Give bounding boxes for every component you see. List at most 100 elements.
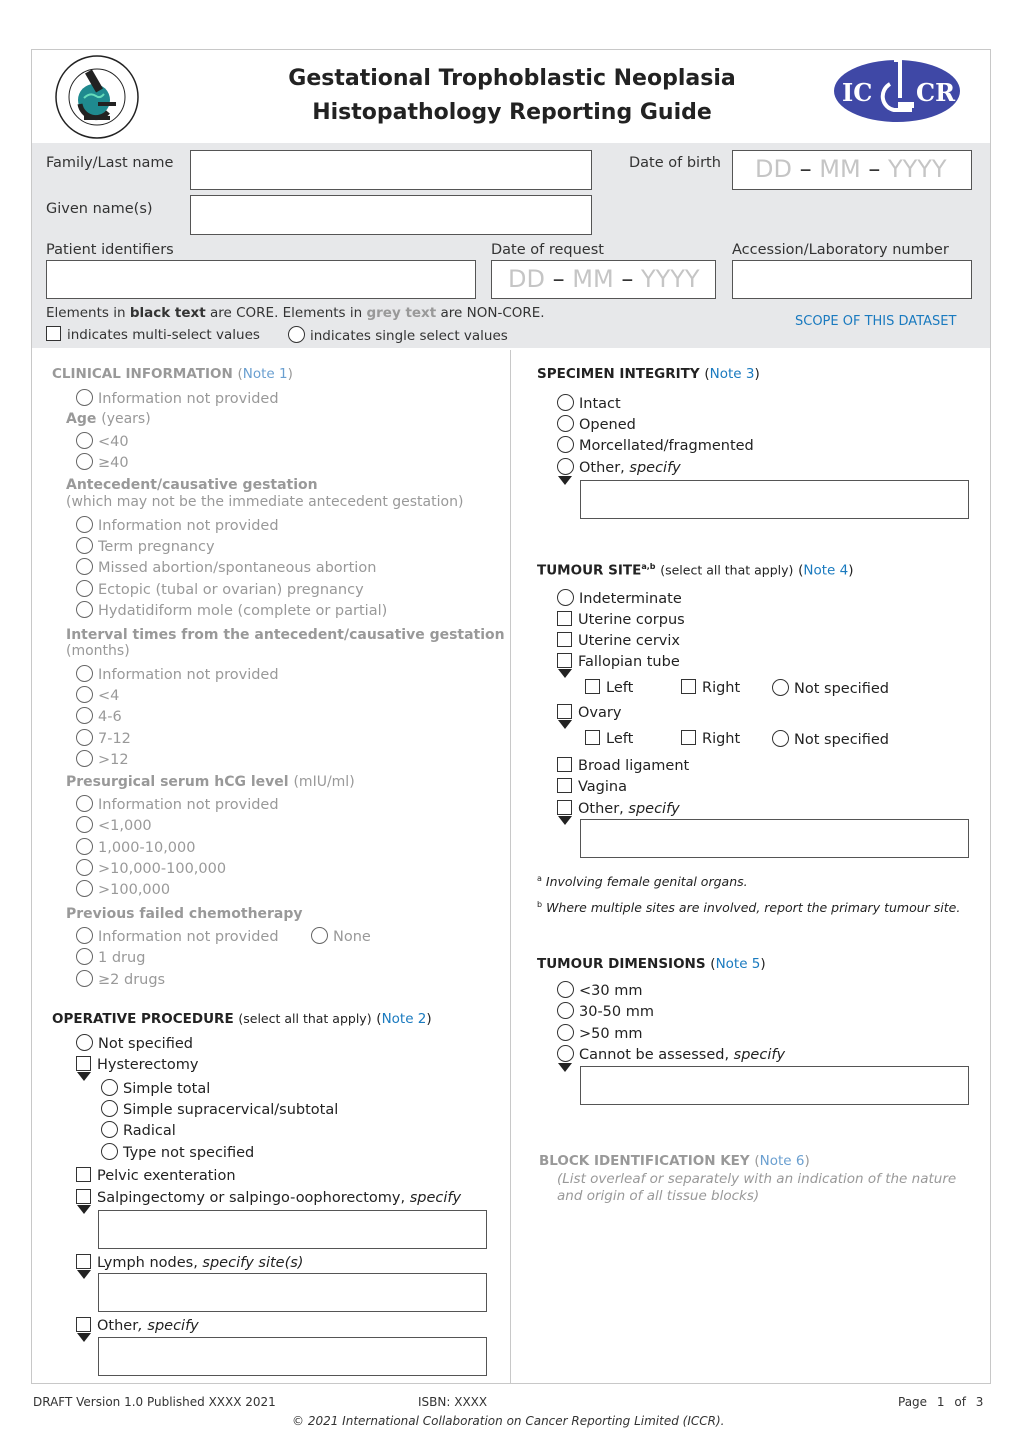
radio-icon[interactable] [772,679,789,696]
fallopian-not-specified[interactable]: Not specified [772,679,889,698]
hcg-option[interactable]: Information not provided [76,795,279,814]
checkbox-icon[interactable] [557,611,572,626]
radio-icon[interactable] [101,1143,118,1160]
radio-icon[interactable] [76,580,93,597]
operative-pelvic-exenteration[interactable]: Pelvic exenteration [76,1167,236,1185]
dimensions-option[interactable]: >50 mm [557,1024,642,1043]
checkbox-icon[interactable] [76,1189,91,1204]
radio-icon[interactable] [76,389,93,406]
checkbox-icon[interactable] [557,632,572,647]
checkbox-icon[interactable] [76,1254,91,1269]
interval-option[interactable]: <4 [76,686,119,705]
ovary-left[interactable]: Left [585,730,633,748]
radio-icon[interactable] [101,1121,118,1138]
radio-icon[interactable] [557,415,574,432]
radio-icon[interactable] [76,729,93,746]
radio-icon[interactable] [76,537,93,554]
note-5-link[interactable]: Note 5 [716,956,761,972]
checkbox-icon[interactable] [585,730,600,745]
checkbox-icon[interactable] [557,800,572,815]
radio-icon[interactable] [76,558,93,575]
radio-icon[interactable] [76,1034,93,1051]
radio-icon[interactable] [76,838,93,855]
radio-icon[interactable] [76,453,93,470]
ovary-right[interactable]: Right [681,730,740,748]
dob-field[interactable]: DD – MM – YYYY [732,150,972,190]
operative-hysterectomy[interactable]: Hysterectomy [76,1056,198,1074]
radio-icon[interactable] [557,981,574,998]
checkbox-icon[interactable] [76,1056,91,1071]
accession-field[interactable] [732,260,972,299]
radio-icon[interactable] [76,665,93,682]
family-name-field[interactable] [190,150,592,190]
radio-icon[interactable] [772,730,789,747]
radio-icon[interactable] [101,1079,118,1096]
hysterectomy-option[interactable]: Type not specified [101,1143,254,1162]
antecedent-option[interactable]: Term pregnancy [76,537,215,556]
radio-icon[interactable] [76,707,93,724]
operative-other-specify-field[interactable] [98,1337,487,1376]
hysterectomy-option[interactable]: Radical [101,1121,176,1140]
radio-icon[interactable] [311,927,328,944]
integrity-specify-field[interactable] [580,480,969,519]
checkbox-icon[interactable] [557,778,572,793]
integrity-other[interactable]: Other, specify [557,458,681,477]
salpingectomy-specify-field[interactable] [98,1210,487,1249]
antecedent-option[interactable]: Information not provided [76,516,279,535]
hcg-option[interactable]: 1,000-10,000 [76,838,195,857]
dimensions-specify-field[interactable] [580,1066,969,1105]
checkbox-icon[interactable] [681,730,696,745]
scope-link[interactable]: SCOPE OF THIS DATASET [795,314,956,329]
interval-option[interactable]: 4-6 [76,707,122,726]
site-indeterminate[interactable]: Indeterminate [557,589,682,608]
checkbox-icon[interactable] [681,679,696,694]
checkbox-icon[interactable] [46,326,61,341]
clinical-info-not-provided[interactable]: Information not provided [76,389,279,408]
age-option[interactable]: ≥40 [76,453,129,472]
radio-icon[interactable] [76,795,93,812]
hcg-option[interactable]: >10,000-100,000 [76,859,226,878]
site-uterine-corpus[interactable]: Uterine corpus [557,611,685,629]
site-broad-ligament[interactable]: Broad ligament [557,757,689,775]
site-other-specify-field[interactable] [580,819,969,858]
antecedent-option[interactable]: Missed abortion/spontaneous abortion [76,558,376,577]
radio-icon[interactable] [76,859,93,876]
integrity-option[interactable]: Intact [557,394,621,413]
radio-icon[interactable] [76,970,93,987]
antecedent-option[interactable]: Hydatidiform mole (complete or partial) [76,601,387,620]
interval-option[interactable]: Information not provided [76,665,279,684]
site-uterine-cervix[interactable]: Uterine cervix [557,632,680,650]
note-3-link[interactable]: Note 3 [710,366,755,382]
interval-option[interactable]: >12 [76,750,129,769]
note-4-link[interactable]: Note 4 [803,563,848,579]
operative-salpingectomy[interactable]: Salpingectomy or salpingo-oophorectomy, … [76,1189,461,1207]
note-1-link[interactable]: Note 1 [243,366,288,382]
radio-icon[interactable] [76,516,93,533]
radio-icon[interactable] [76,686,93,703]
radio-icon[interactable] [76,750,93,767]
checkbox-icon[interactable] [557,704,572,719]
radio-icon[interactable] [76,927,93,944]
hysterectomy-option[interactable]: Simple total [101,1079,210,1098]
chemo-option[interactable]: ≥2 drugs [76,970,165,989]
radio-icon[interactable] [101,1100,118,1117]
checkbox-icon[interactable] [76,1167,91,1182]
radio-icon[interactable] [557,458,574,475]
hcg-option[interactable]: >100,000 [76,880,170,899]
radio-icon[interactable] [76,816,93,833]
age-option[interactable]: <40 [76,432,129,451]
radio-icon[interactable] [557,394,574,411]
fallopian-left[interactable]: Left [585,679,633,697]
site-other[interactable]: Other, specify [557,800,680,818]
chemo-option[interactable]: 1 drug [76,948,145,967]
checkbox-icon[interactable] [585,679,600,694]
lymph-nodes-specify-field[interactable] [98,1273,487,1312]
checkbox-icon[interactable] [557,757,572,772]
patient-identifiers-field[interactable] [46,260,476,299]
hysterectomy-option[interactable]: Simple supracervical/subtotal [101,1100,338,1119]
note-6-link[interactable]: Note 6 [760,1153,805,1169]
radio-icon[interactable] [557,1045,574,1062]
checkbox-icon[interactable] [76,1317,91,1332]
antecedent-option[interactable]: Ectopic (tubal or ovarian) pregnancy [76,580,364,599]
operative-not-specified[interactable]: Not specified [76,1034,193,1053]
